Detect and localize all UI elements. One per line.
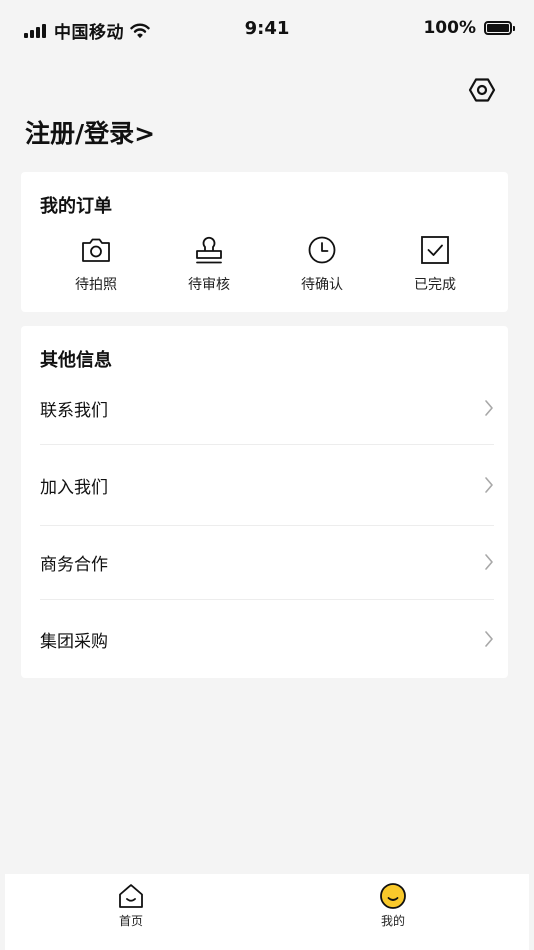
order-completed[interactable]: 已完成 xyxy=(380,234,490,294)
list-item-business-cooperation[interactable]: 商务合作 xyxy=(40,542,494,582)
list-item-label: 联系我们 xyxy=(40,400,108,421)
status-right: 100% xyxy=(423,18,515,38)
tab-mine[interactable]: 我的 xyxy=(353,882,433,929)
order-pending-review[interactable]: 待审核 xyxy=(154,234,264,294)
divider xyxy=(40,525,494,526)
order-label: 待审核 xyxy=(188,277,230,293)
list-item-label: 加入我们 xyxy=(40,477,108,498)
chevron-right-icon xyxy=(485,554,493,570)
divider xyxy=(40,444,494,445)
home-icon xyxy=(119,884,143,908)
orders-card: 我的订单 待拍照 待审核 待确认 已完成 xyxy=(21,172,508,312)
battery-icon xyxy=(484,21,515,35)
tab-bar: 首页 我的 xyxy=(5,874,529,950)
list-item-group-purchase[interactable]: 集团采购 xyxy=(40,619,494,659)
chevron-right-icon xyxy=(485,477,493,493)
hexagon-settings-icon xyxy=(468,78,496,102)
screen: 中国移动 9:41 100% 注册/登录> 我的订单 待拍照 待审核 待确认 已… xyxy=(0,0,534,950)
order-pending-photo[interactable]: 待拍照 xyxy=(41,234,151,294)
tab-label: 首页 xyxy=(118,914,143,928)
checkbox-icon xyxy=(421,236,449,264)
clock-icon xyxy=(308,236,336,264)
chevron-right-icon xyxy=(485,631,493,647)
list-item-contact-us[interactable]: 联系我们 xyxy=(40,388,494,428)
tab-label: 我的 xyxy=(380,914,405,928)
list-item-join-us[interactable]: 加入我们 xyxy=(40,465,494,505)
status-bar: 中国移动 9:41 100% xyxy=(0,0,534,60)
other-info-card: 其他信息 联系我们 加入我们 商务合作 集团采购 xyxy=(21,326,508,678)
divider xyxy=(40,599,494,600)
other-info-title: 其他信息 xyxy=(40,350,112,371)
list-item-label: 商务合作 xyxy=(40,554,108,575)
order-label: 已完成 xyxy=(414,277,456,293)
tab-home[interactable]: 首页 xyxy=(91,882,171,929)
stamp-icon xyxy=(196,236,222,264)
settings-button[interactable] xyxy=(466,74,498,106)
battery-percent: 100% xyxy=(423,18,476,38)
orders-title: 我的订单 xyxy=(40,196,112,217)
chevron-right-icon xyxy=(485,400,493,416)
login-register-link[interactable]: 注册/登录> xyxy=(25,114,155,150)
list-item-label: 集团采购 xyxy=(40,631,108,652)
camera-icon xyxy=(82,238,110,262)
order-label: 待确认 xyxy=(301,277,343,293)
smiley-icon xyxy=(380,883,406,909)
order-pending-confirm[interactable]: 待确认 xyxy=(267,234,377,294)
order-label: 待拍照 xyxy=(75,277,117,293)
